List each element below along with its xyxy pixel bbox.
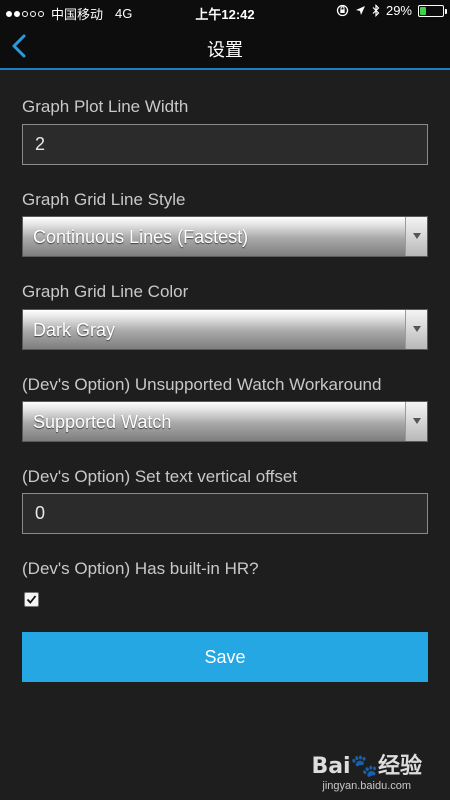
dropdown-arrow-icon (405, 402, 427, 441)
location-arrow-icon (355, 6, 365, 15)
plot-line-width-label: Graph Plot Line Width (22, 97, 189, 116)
battery-level-fill (420, 6, 427, 15)
watermark-logo: Bai🐾经验 (311, 754, 422, 779)
dropdown-arrow-icon (405, 217, 427, 256)
plot-line-width-input[interactable]: 2 (22, 124, 428, 165)
grid-line-color-select[interactable]: Dark Gray (22, 309, 428, 350)
save-button[interactable]: Save (22, 632, 428, 682)
watch-workaround-label: (Dev's Option) Unsupported Watch Workaro… (22, 375, 382, 394)
rotation-lock-icon (336, 4, 349, 17)
watch-workaround-select[interactable]: Supported Watch (22, 401, 428, 442)
bluetooth-icon (372, 4, 380, 17)
builtin-hr-label: (Dev's Option) Has built-in HR? (22, 559, 259, 578)
battery-percent: 29% (385, 3, 412, 18)
watermark: Bai🐾经验 jingyan.baidu.com (311, 748, 422, 792)
page-title: 设置 (207, 40, 243, 60)
status-right: 29% (336, 3, 447, 18)
navigation-bar: 设置 (0, 24, 450, 70)
builtin-hr-checkbox[interactable] (24, 592, 39, 607)
status-bar: 中国移动 4G 上午12:42 29% (0, 0, 450, 24)
watermark-url: jingyan.baidu.com (322, 780, 412, 792)
dropdown-arrow-icon (405, 310, 427, 349)
grid-line-color-value: Dark Gray (33, 320, 116, 340)
text-offset-input[interactable]: 0 (22, 493, 428, 534)
checkmark-icon (26, 595, 37, 604)
text-offset-label: (Dev's Option) Set text vertical offset (22, 467, 298, 486)
grid-line-style-label: Graph Grid Line Style (22, 190, 186, 209)
grid-line-style-value: Continuous Lines (Fastest) (33, 227, 249, 247)
battery-icon (418, 4, 447, 17)
grid-line-color-label: Graph Grid Line Color (22, 282, 189, 301)
watch-workaround-value: Supported Watch (33, 412, 172, 432)
grid-line-style-select[interactable]: Continuous Lines (Fastest) (22, 216, 428, 257)
